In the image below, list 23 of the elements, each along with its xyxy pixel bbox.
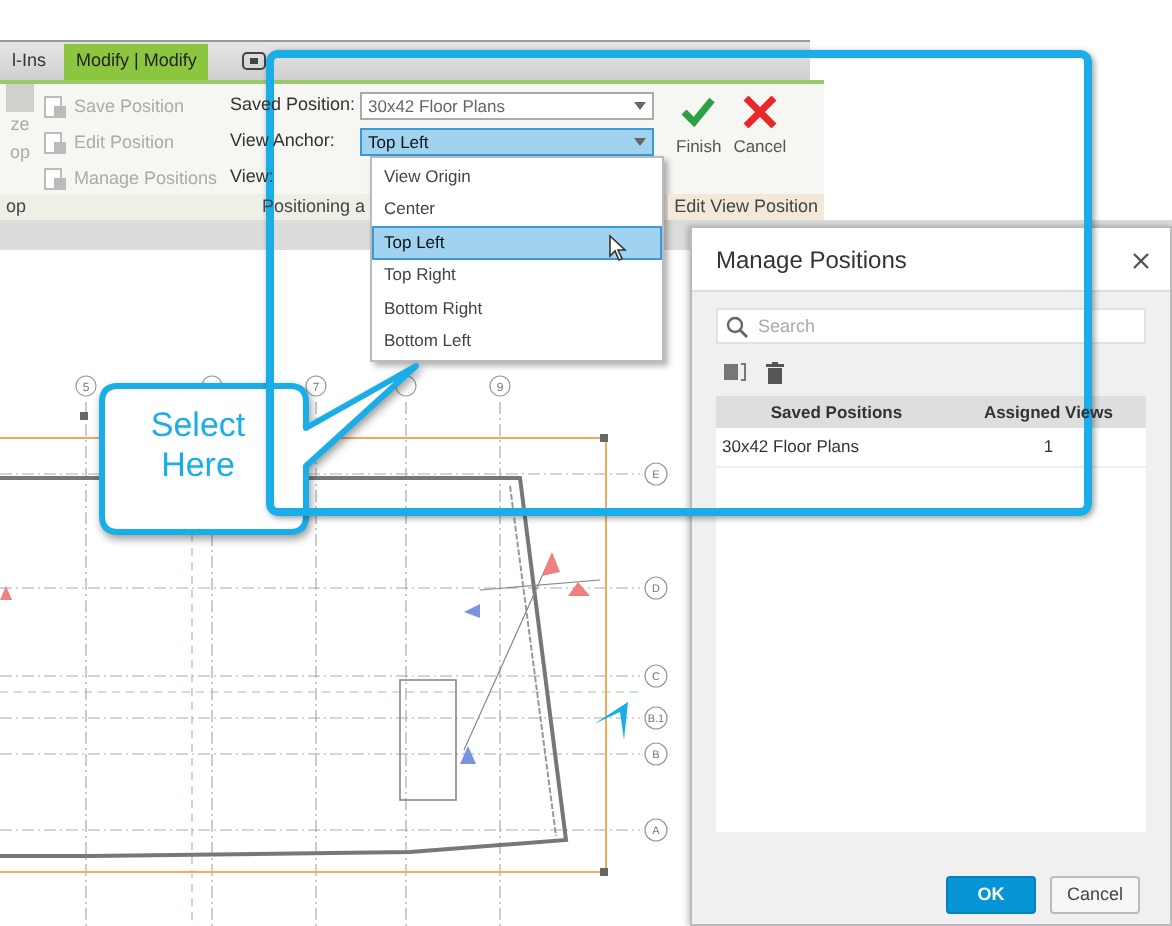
column-header: Saved Positions <box>768 399 905 425</box>
panel-label: op <box>4 194 29 220</box>
dropdown-field[interactable]: 30x42 Floor Plans <box>360 92 654 120</box>
dropdown-field[interactable]: Top Left <box>360 128 654 156</box>
dropdown-option[interactable]: Bottom Left <box>372 325 662 358</box>
cancel-button[interactable]: Cancel <box>1050 876 1140 914</box>
table-cell-text: 30x42 Floor Plans <box>720 434 862 460</box>
tool-label: ze <box>10 112 30 138</box>
finish-button[interactable]: Finish <box>676 96 722 194</box>
callout-text: Select Here <box>148 406 248 488</box>
search-field[interactable]: Search <box>716 308 1146 344</box>
dropdown-option[interactable]: Bottom Right <box>372 292 662 325</box>
dropdown-option[interactable]: Top Right <box>372 259 662 292</box>
dialog-title: Manage Positions <box>716 243 907 277</box>
table-cell-text: 1 <box>1041 434 1056 460</box>
tool-label: op <box>9 139 30 166</box>
dropdown-option[interactable]: Center <box>372 193 662 226</box>
dropdown-option[interactable]: View Origin <box>372 160 662 193</box>
cancel-button[interactable]: Cancel <box>733 96 787 194</box>
ribbon-tab[interactable]: l-Ins <box>0 44 59 80</box>
dropdown-option[interactable]: Top Left <box>372 226 662 259</box>
panel-label: Edit View Position <box>668 194 824 220</box>
ribbon-tab[interactable]: Modify | Modify <box>64 44 209 80</box>
